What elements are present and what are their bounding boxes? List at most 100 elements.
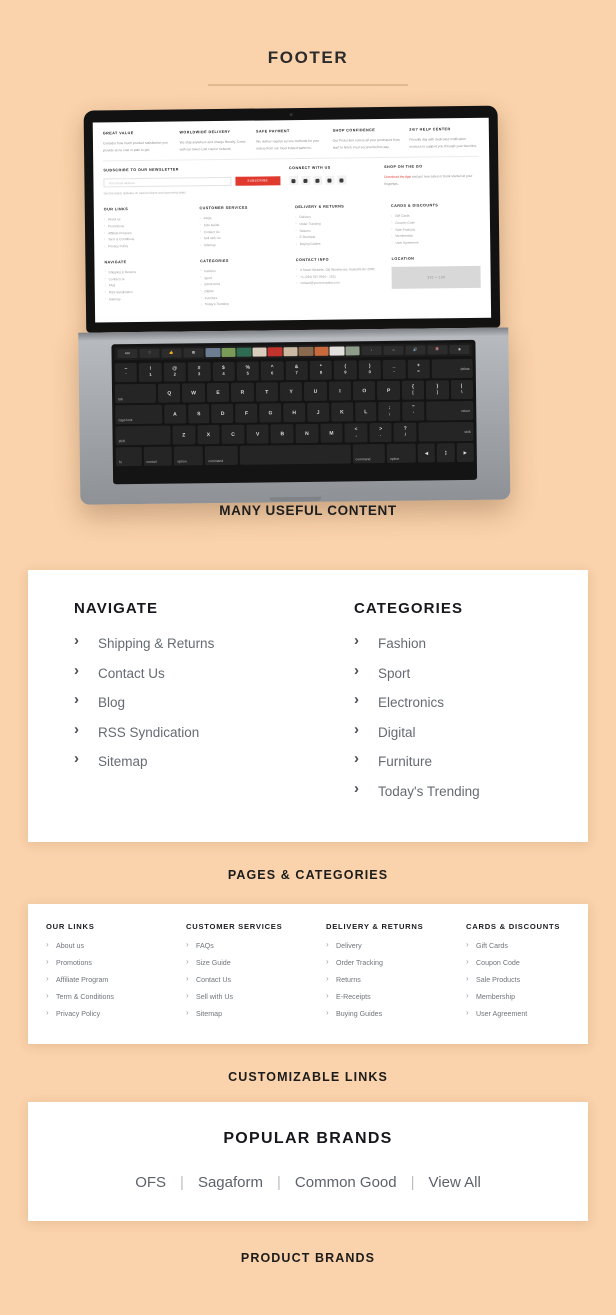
key-quote[interactable]: " '	[402, 401, 425, 421]
key-return[interactable]: return	[426, 400, 474, 421]
key-space[interactable]	[239, 444, 351, 465]
brand-ofs[interactable]: OFS	[121, 1174, 180, 1191]
siri-icon[interactable]: ◉	[449, 344, 470, 355]
nav-item-rss-syndication[interactable]: RSS Syndication	[74, 722, 308, 756]
key-o[interactable]: O	[352, 381, 376, 401]
key-arrow-updown[interactable]: ▲ ▼	[437, 443, 455, 463]
link-item-membership[interactable]: Membership	[466, 992, 588, 1011]
key-shift-right[interactable]: shift	[418, 421, 474, 442]
key-l[interactable]: L	[354, 402, 377, 422]
key-period[interactable]: >.	[369, 422, 393, 443]
link-item-sale-products[interactable]: Sale Products	[466, 975, 588, 994]
key-j[interactable]: J	[307, 402, 330, 422]
key-e[interactable]: E	[206, 382, 230, 403]
key-b[interactable]: B	[270, 424, 294, 444]
nav-item-shipping-returns[interactable]: Shipping & Returns	[74, 633, 308, 667]
key-p[interactable]: P	[377, 380, 400, 401]
key-minus[interactable]: _ -	[382, 359, 406, 380]
category-item-todays-trending[interactable]: Today's Trending	[354, 781, 588, 815]
key-i[interactable]: I	[328, 381, 352, 401]
image-icon[interactable]: ▦	[183, 348, 204, 358]
key-delete[interactable]: delete	[431, 358, 473, 379]
key-option-right[interactable]: option	[386, 443, 416, 463]
key-y[interactable]: Y	[279, 382, 303, 402]
link-item-contact-us[interactable]: Contact Us	[186, 975, 308, 994]
key-a[interactable]: A	[163, 404, 186, 424]
esc-key[interactable]: esc	[117, 349, 138, 359]
key-x[interactable]: X	[197, 425, 220, 445]
key-arrow-right[interactable]: ▶	[456, 442, 474, 463]
category-item-furniture[interactable]: Furniture	[354, 751, 588, 785]
key-caps-lock[interactable]: caps lock	[115, 404, 163, 425]
key-v[interactable]: V	[246, 424, 270, 444]
key-6[interactable]: ^ 6	[260, 361, 284, 381]
nav-item-sitemap[interactable]: Sitemap	[74, 751, 308, 785]
key-1[interactable]: ! 1	[139, 362, 162, 382]
key-comma[interactable]: <,	[344, 423, 368, 443]
key-9[interactable]: (9	[334, 360, 357, 380]
link-item-about-us[interactable]: About us	[46, 941, 168, 960]
volume-icon[interactable]: 🔊	[405, 345, 426, 355]
key-bracket-left[interactable]: {[	[401, 380, 425, 400]
key-r[interactable]: R	[231, 382, 254, 402]
twitter-icon[interactable]	[289, 176, 299, 186]
key-command-right[interactable]: command	[352, 443, 386, 464]
key-tab[interactable]: tab	[114, 383, 157, 404]
key-g[interactable]: G	[259, 403, 282, 423]
nav-item-contact-us[interactable]: Contact Us	[74, 663, 308, 697]
key-tilde[interactable]: ~ `	[114, 363, 138, 383]
key-z[interactable]: Z	[172, 425, 196, 445]
key-0[interactable]: ) 0	[358, 360, 381, 380]
key-option-left[interactable]: option	[174, 446, 204, 466]
key-arrow-left[interactable]: ◀	[417, 443, 436, 463]
key-w[interactable]: W	[182, 383, 205, 403]
key-q[interactable]: Q	[157, 383, 181, 403]
brand-sagaform[interactable]: Sagaform	[184, 1174, 277, 1191]
key-h[interactable]: H	[283, 402, 306, 423]
key-s[interactable]: S	[187, 404, 210, 424]
link-item-buying-guides[interactable]: Buying Guides	[326, 1009, 448, 1028]
key-fn[interactable]: fn	[115, 446, 142, 467]
link-item-order-tracking[interactable]: Order Tracking	[326, 958, 448, 977]
key-5[interactable]: % 5	[236, 361, 260, 381]
link-item-privacy-policy[interactable]: Privacy Policy	[46, 1009, 168, 1028]
brand-view-all[interactable]: View All	[415, 1174, 495, 1191]
category-item-digital[interactable]: Digital	[354, 722, 588, 756]
link-item-coupon-code[interactable]: Coupon Code	[466, 958, 588, 977]
brightness-icon[interactable]: ☼	[383, 345, 404, 356]
key-u[interactable]: U	[304, 381, 327, 401]
link-item-gift-cards[interactable]: Gift Cards	[466, 941, 588, 960]
link-item[interactable]: Buying Guides	[296, 240, 385, 248]
link-item[interactable]: Today's Trending	[201, 301, 290, 309]
category-item-fashion[interactable]: Fashion	[354, 633, 588, 667]
key-n[interactable]: N	[295, 423, 319, 444]
chevron-left-icon[interactable]: ‹	[361, 346, 382, 356]
link-item[interactable]: Sitemap	[200, 241, 289, 249]
key-equals[interactable]: + =	[407, 359, 430, 379]
link-item[interactable]: User Agreement	[391, 239, 480, 247]
nav-item-blog[interactable]: Blog	[74, 692, 308, 726]
category-item-electronics[interactable]: Electronics	[354, 692, 588, 726]
instagram-icon[interactable]	[337, 175, 347, 185]
key-3[interactable]: #3	[187, 362, 211, 382]
key-semicolon[interactable]: :;	[378, 401, 401, 422]
key-k[interactable]: K	[330, 402, 353, 422]
facebook-icon[interactable]	[301, 176, 311, 186]
youtube-icon[interactable]	[325, 175, 335, 185]
key-shift-left[interactable]: shift	[115, 425, 171, 446]
key-d[interactable]: D	[211, 403, 234, 424]
key-control[interactable]: control	[143, 446, 173, 466]
link-item-e-receipts[interactable]: E-Receipts	[326, 992, 448, 1011]
mute-icon[interactable]: 🔇	[427, 345, 448, 355]
key-slash[interactable]: ? /	[393, 422, 417, 442]
key-f[interactable]: F	[235, 403, 258, 423]
link-item-user-agreement[interactable]: User Agreement	[466, 1009, 588, 1028]
key-2[interactable]: @2	[163, 362, 187, 382]
heart-icon[interactable]: ♡	[139, 348, 160, 358]
key-t[interactable]: T	[255, 382, 279, 402]
key-4[interactable]: $4	[212, 361, 235, 382]
key-7[interactable]: & 7	[285, 360, 308, 381]
thumbsup-icon[interactable]: 👍	[161, 348, 182, 358]
link-item-returns[interactable]: Returns	[326, 975, 448, 994]
key-command-left[interactable]: command	[205, 445, 238, 466]
